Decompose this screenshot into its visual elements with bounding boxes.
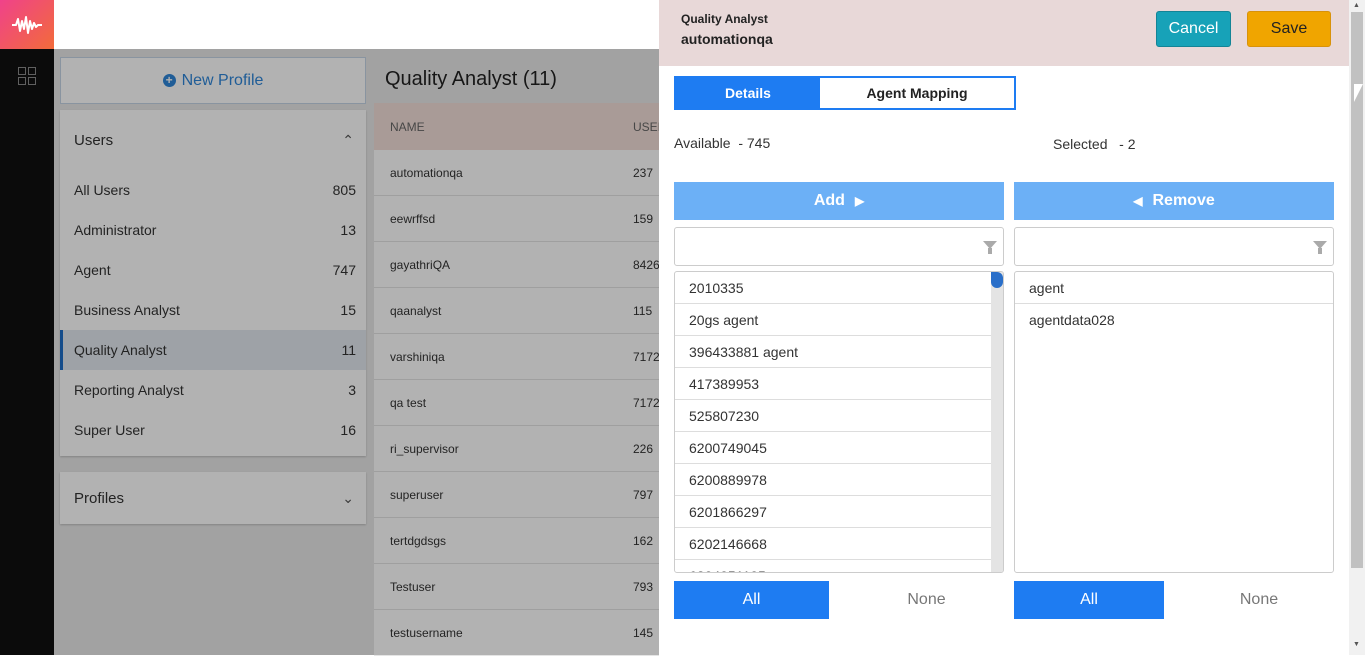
filter-icon: [1313, 241, 1327, 254]
available-filter-input[interactable]: [674, 227, 1004, 266]
select-all-selected-button[interactable]: All: [1014, 581, 1164, 619]
list-item[interactable]: 6201866297: [675, 496, 991, 528]
panel-header: Quality Analyst automationqa Cancel Save: [659, 0, 1349, 66]
list-item[interactable]: 20gs agent: [675, 304, 991, 336]
list-item[interactable]: 6200889978: [675, 464, 991, 496]
modal-backdrop[interactable]: [0, 49, 659, 655]
scroll-down-arrow-icon[interactable]: ▼: [1353, 641, 1360, 648]
top-bar: [54, 0, 659, 49]
select-none-available-button[interactable]: None: [849, 581, 1004, 619]
edit-profile-panel: Quality Analyst automationqa Cancel Save…: [659, 0, 1349, 655]
panel-title: Quality Analyst: [681, 12, 768, 26]
selected-count: Selected - 2: [1053, 136, 1136, 152]
scroll-up-arrow-icon[interactable]: ▲: [1353, 2, 1360, 9]
list-item[interactable]: 6204051105: [675, 560, 991, 573]
list-item[interactable]: 396433881 agent: [675, 336, 991, 368]
save-button[interactable]: Save: [1247, 11, 1331, 47]
panel-tabs: Details Agent Mapping: [674, 76, 1016, 110]
list-item[interactable]: agent: [1015, 272, 1333, 304]
waveform-logo-icon[interactable]: [0, 0, 54, 49]
add-label: Add: [813, 192, 845, 209]
list-item[interactable]: 417389953: [675, 368, 991, 400]
available-count: Available - 745: [674, 135, 771, 151]
triangle-right-icon: ▶: [854, 194, 865, 208]
mouse-cursor-icon: [1353, 83, 1364, 103]
list-item[interactable]: 6200749045: [675, 432, 991, 464]
select-all-available-button[interactable]: All: [674, 581, 829, 619]
list-item[interactable]: 525807230: [675, 400, 991, 432]
selected-filter-input[interactable]: [1014, 227, 1334, 266]
available-list-scrollbar[interactable]: [991, 272, 1003, 572]
selected-agents-list: agent agentdata028: [1014, 271, 1334, 573]
tab-details[interactable]: Details: [676, 78, 820, 108]
scrollbar-thumb[interactable]: [991, 272, 1003, 288]
tab-agent-mapping[interactable]: Agent Mapping: [820, 78, 1014, 108]
panel-subtitle: automationqa: [681, 31, 773, 47]
cancel-button[interactable]: Cancel: [1156, 11, 1231, 47]
triangle-left-icon: ◀: [1133, 194, 1143, 208]
remove-label: Remove: [1152, 192, 1215, 209]
available-agents-list: 2010335 20gs agent 396433881 agent 41738…: [674, 271, 1004, 573]
list-item[interactable]: 6202146668: [675, 528, 991, 560]
remove-button[interactable]: ◀ Remove: [1014, 182, 1334, 220]
filter-icon: [983, 241, 997, 254]
add-button[interactable]: Add ▶: [674, 182, 1004, 220]
select-none-selected-button[interactable]: None: [1184, 581, 1334, 619]
list-item[interactable]: agentdata028: [1015, 304, 1333, 336]
list-item[interactable]: 2010335: [675, 272, 991, 304]
